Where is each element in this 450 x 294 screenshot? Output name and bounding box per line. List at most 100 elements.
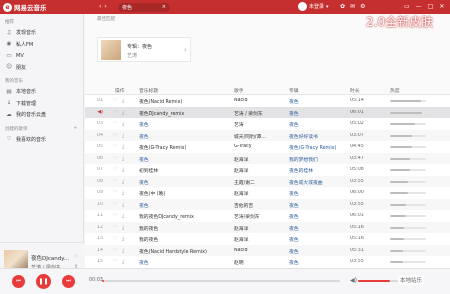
song-title[interactable]: 夜色 [139,259,231,266]
like-icon[interactable]: ♡ [113,133,117,138]
back-icon[interactable]: ‹ [99,3,101,10]
song-title[interactable]: 初到桂林 [139,167,231,174]
like-icon[interactable]: ♡ [113,110,117,115]
sidebar-item-fm[interactable]: ◉ 私人FM [0,39,83,51]
song-album[interactable]: 夜色 [289,110,347,117]
song-album[interactable]: 夜色好好读书 [289,133,347,140]
song-artist[interactable]: 赵海洋 [234,156,286,163]
song-artist[interactable]: 赵海洋 [234,190,286,197]
song-title[interactable]: 夜色DJcandy_remix [139,110,231,117]
song-artist[interactable]: 艺涛/梁剑东 [234,213,286,220]
like-icon[interactable]: ♡ [113,98,117,103]
song-title[interactable]: 夜色(G-Tracy Remix) [139,144,231,151]
table-row[interactable]: 01 ♡ ⤓ 夜色(Nacid Remix) Nacid 夜色 05:14 [85,95,450,107]
download-icon[interactable]: ⤓ [122,167,124,173]
song-title[interactable]: 我的夜色DJcandy_remix [139,213,231,220]
table-row[interactable]: 04 ♡ ⤓ 夜色 城天/阿豹/谭... 夜色好好读书 03:07 [85,129,450,141]
best-match-card[interactable]: 专辑：夜色 艺涛 › [97,37,191,62]
song-title[interactable]: 夜色 [139,179,231,186]
download-icon[interactable]: ⤓ [122,144,124,150]
skin-icon[interactable]: ✿ [340,3,345,10]
app-logo[interactable]: e 网易云音乐 [3,2,47,12]
column-popularity[interactable]: 热度 [390,87,400,94]
download-icon[interactable]: ⤓ [122,225,124,231]
search-input[interactable] [122,2,160,12]
song-album[interactable]: 夜色 [289,236,347,243]
like-icon[interactable]: ♡ [113,167,117,172]
like-icon[interactable]: ♡ [113,202,117,207]
like-icon[interactable]: ♡ [113,179,117,184]
table-row[interactable]: 07 ♡ ⤓ 初到桂林 赵海洋 夜色的桂林 05:08 [85,164,450,176]
like-icon[interactable]: ♡ [113,248,117,253]
search-clear-icon[interactable]: × [162,3,166,12]
download-icon[interactable]: ⤓ [122,98,124,104]
sidebar-item-discover[interactable]: ♫ 发现音乐 [0,27,83,39]
song-album[interactable]: 夜色 [289,121,347,128]
song-title[interactable]: 夜色(Nacid Remix) [139,98,231,105]
song-album[interactable]: 夜色 [289,248,347,255]
download-icon[interactable]: ⤓ [122,156,124,162]
sidebar-item-downloads[interactable]: ↓ 下载管理 [0,98,83,110]
table-row[interactable]: 13 ♡ ⤓ 我的夜色 赵海洋 夜色 05:16 [85,233,450,245]
table-row[interactable]: 08 ♡ ⤓ 夜色 王霞/谢二 夜色或大或夜曲 03:55 [85,175,450,187]
download-icon[interactable]: ⤓ [122,133,124,139]
column-title[interactable]: 音乐标题 [139,87,158,94]
previous-button[interactable]: ⏮ [12,275,25,288]
song-album[interactable]: 夜色(G-Tracy Remix) [289,144,347,151]
sidebar-item-mv[interactable]: ▭ MV [0,50,83,62]
table-row[interactable]: 09 ♡ ⤓ 夜色(中 (晚) 赵海洋 夜色 06:00 [85,187,450,199]
download-icon[interactable]: ⤓ [122,236,124,242]
song-artist[interactable]: 艺涛 [234,121,286,128]
download-icon[interactable]: ⤓ [122,248,124,254]
like-icon[interactable]: ♡ [113,259,117,264]
like-icon[interactable]: ♡ [113,144,117,149]
like-icon[interactable]: ♡ [113,213,117,218]
song-artist[interactable]: 吉他的吉 [234,202,286,209]
like-icon[interactable]: ♡ [74,252,78,262]
column-ops[interactable]: 操作 [115,87,125,94]
song-album[interactable]: 夜色或大或夜曲 [289,179,347,186]
song-title[interactable]: 夜色(中 (晚) [139,190,231,197]
song-artist[interactable]: 赵海洋 [234,167,286,174]
table-row[interactable]: 03 ♡ ⤓ 夜色 艺涛 夜色 05:02 [85,118,450,130]
song-album[interactable]: 夜色 [289,202,347,209]
add-playlist-icon[interactable]: + [73,126,77,132]
user-area[interactable]: 未登录 ▾ [298,2,329,11]
like-icon[interactable]: ♡ [113,190,117,195]
song-title[interactable]: 夜色 [139,121,231,128]
table-row[interactable]: 15 ♡ ⤓ 夜色 赵明 夜色 03:55 [85,256,450,268]
volume-icon[interactable]: ◀) [350,277,357,284]
download-icon[interactable]: ⤓ [122,202,124,208]
forward-icon[interactable]: › [104,3,106,10]
song-title[interactable]: 我的夜色 [139,225,231,232]
progress-slider[interactable] [102,280,340,282]
like-icon[interactable]: ♡ [113,156,117,161]
minimize-icon[interactable]: — [416,3,422,10]
table-row[interactable]: 11 ♡ ⤓ 我的夜色DJcandy_remix 艺涛/梁剑东 夜色 06:01 [85,210,450,222]
song-album[interactable]: 夜色 [289,259,347,266]
table-row[interactable]: 14 ♡ ⤓ 夜色(Nacid Hardstyle Remix) Nacid 夜色 05:3… [85,244,450,256]
like-icon[interactable]: ♡ [113,121,117,126]
song-artist[interactable]: 赵海洋 [234,225,286,232]
download-icon[interactable]: ⤓ [122,110,124,116]
song-artist[interactable]: 城天/阿豹/谭... [234,133,286,140]
table-row[interactable]: 12 ♡ ⤓ 我的夜色 赵海洋 夜色 05:16 [85,221,450,233]
song-artist[interactable]: G-Tracy [234,144,286,149]
user-login-label[interactable]: 未登录 [309,3,324,10]
song-artist[interactable]: 王霞/谢二 [234,179,286,186]
column-artist[interactable]: 歌手 [234,87,244,94]
download-icon[interactable]: ⤓ [122,121,124,127]
download-icon[interactable]: ⤓ [122,213,124,219]
song-album[interactable]: 夜色 [289,225,347,232]
song-artist[interactable]: 艺涛 / 梁剑东 [234,110,286,117]
download-icon[interactable]: ⤓ [122,259,124,265]
like-icon[interactable]: ♡ [113,225,117,230]
table-row[interactable]: 05 ♡ ⤓ 夜色(G-Tracy Remix) G-Tracy 夜色(G-Tracy R… [85,141,450,153]
song-artist[interactable]: 赵海洋 [234,236,286,243]
column-album[interactable]: 专辑 [289,87,299,94]
user-dropdown-icon[interactable]: ▾ [326,4,329,10]
search-box[interactable]: × [118,2,170,12]
pause-button[interactable]: ❚❚ [36,274,51,289]
song-album[interactable]: 我的梦想我们 [289,156,347,163]
volume-slider[interactable] [358,280,398,282]
